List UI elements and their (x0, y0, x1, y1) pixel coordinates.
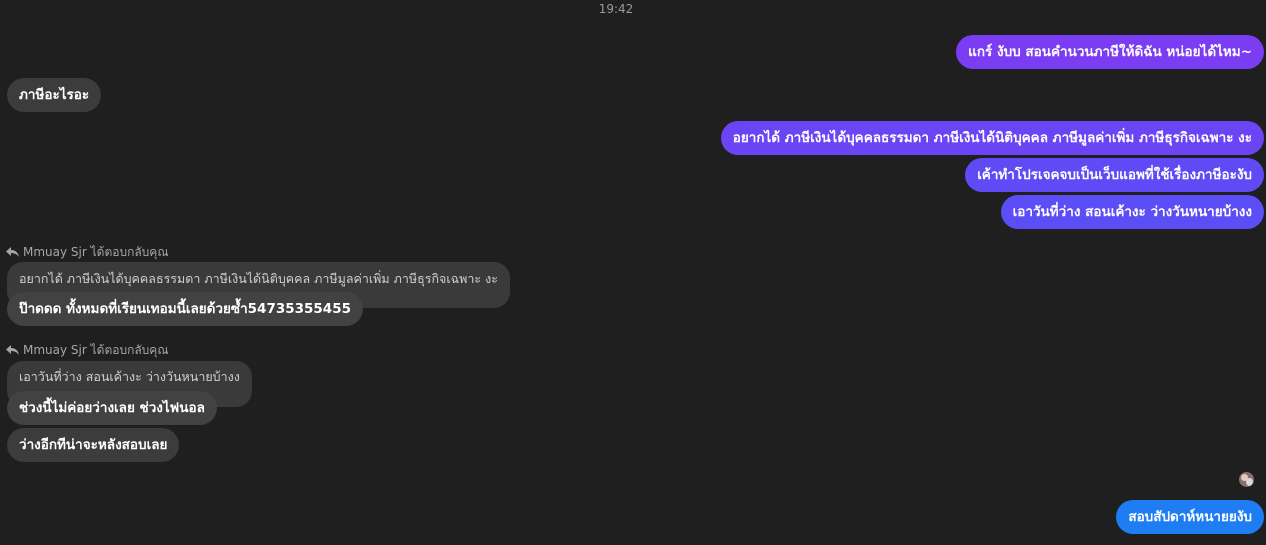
outgoing-message[interactable]: อยากได้ ภาษีเงินได้บุคคลธรรมดา ภาษีเงินไ… (720, 121, 1264, 155)
incoming-message[interactable]: ช่วงนี้ไม่ค่อยว่างเลย ช่วงไฟนอล (7, 391, 217, 425)
incoming-message[interactable]: ว่างอีกทีน่าจะหลังสอบเลย (7, 428, 180, 462)
outgoing-message[interactable]: เอาวันที่ว่าง สอนเค้างะ ว่างวันหนายบ้างง (1000, 195, 1264, 229)
reply-header: Mmuay Sjr ได้ตอบกลับคุณ (6, 341, 168, 360)
timestamp: 19:42 (598, 2, 634, 16)
reply-header-text: Mmuay Sjr ได้ตอบกลับคุณ (23, 245, 169, 259)
incoming-message[interactable]: ภาษีอะไรอะ (7, 78, 102, 112)
reply-arrow-icon (6, 345, 19, 355)
reply-header-text: Mmuay Sjr ได้ตอบกลับคุณ (23, 343, 169, 357)
reply-header: Mmuay Sjr ได้ตอบกลับคุณ (6, 243, 168, 262)
incoming-message[interactable]: ป๊าดดด ทั้งหมดที่เรียนเทอมนี้เลยด้วยซ้ำ5… (7, 292, 363, 326)
outgoing-message[interactable]: แกร์ งับบ สอนคำนวนภาษีให้ดิฉัน หน่อยได้ไ… (956, 35, 1264, 69)
reply-arrow-icon (6, 247, 19, 257)
seen-avatar (1239, 472, 1254, 487)
outgoing-message[interactable]: สอบสัปดาห์หนายยงับ (1116, 500, 1264, 534)
outgoing-message[interactable]: เค้าทำโปรเจคจบเป็นเว็บแอพที่ใช้เรื่องภาษ… (965, 158, 1264, 192)
